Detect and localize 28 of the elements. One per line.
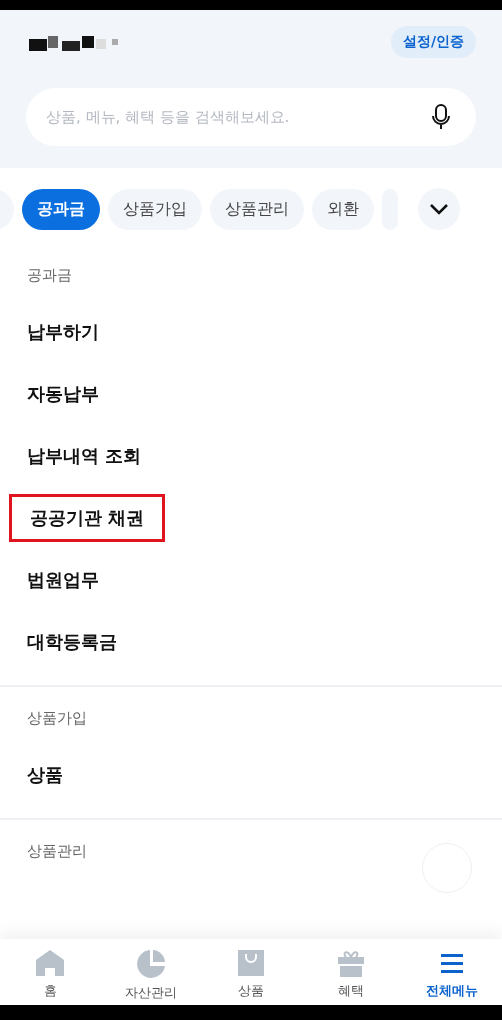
menu-item[interactable]: 대학등록금 <box>27 630 117 654</box>
menu-item[interactable]: 공공기관 채권 <box>9 494 166 542</box>
home-icon <box>35 949 66 977</box>
settings-button[interactable]: 설정/인증 <box>390 26 476 58</box>
gift-icon <box>337 949 366 977</box>
category-chip[interactable]: 공과금 <box>22 188 100 230</box>
nav-tab[interactable]: 혜택 <box>301 939 402 1005</box>
menu-item[interactable]: 자동납부 <box>27 382 99 406</box>
section-heading: 상품가입 <box>27 709 87 728</box>
menu-item[interactable]: 상품 <box>27 763 63 787</box>
category-chip[interactable]: 외환 <box>312 188 374 230</box>
menu-item[interactable]: 납부하기 <box>27 320 99 344</box>
nav-tab[interactable]: 자산관리 <box>100 939 201 1005</box>
chevron-down-icon <box>429 203 449 215</box>
nav-tab[interactable]: 전체메뉴 <box>401 939 502 1005</box>
shopping-bag-icon <box>237 949 265 977</box>
nav-tab[interactable]: 상품 <box>200 939 302 1005</box>
category-chip[interactable]: 상품가입 <box>108 188 202 230</box>
section-heading: 상품관리 <box>27 842 87 861</box>
search-field[interactable]: 상품, 메뉴, 혜택 등을 검색해보세요. <box>26 88 476 146</box>
menu-item[interactable]: 납부내역 조회 <box>27 444 142 468</box>
microphone-icon[interactable] <box>432 104 450 130</box>
category-chip[interactable]: 상품관리 <box>210 188 304 230</box>
pie-chart-icon <box>135 949 166 979</box>
expand-button[interactable] <box>418 188 460 230</box>
nav-tab[interactable]: 홈 <box>0 939 101 1005</box>
section-heading: 공과금 <box>27 266 72 285</box>
menu-item[interactable]: 법원업무 <box>27 568 99 592</box>
